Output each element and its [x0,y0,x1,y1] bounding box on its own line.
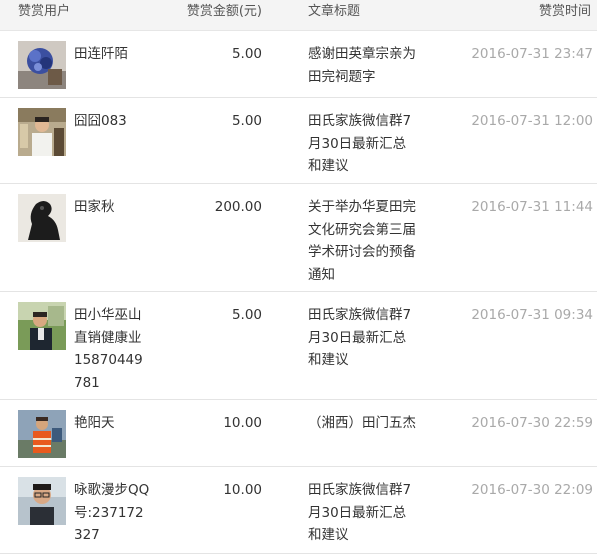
reward-amount: 10.00 [223,482,262,498]
user-name[interactable]: 田连阡陌 [74,43,150,66]
table-row: 艳阳天 10.00 （湘西）田门五杰 2016-07-30 22:59 [0,400,597,467]
table-row: 田小华巫山直销健康业15870449781 5.00 田氏家族微信群7月30日最… [0,292,597,400]
reward-time: 2016-07-30 22:59 [471,415,593,431]
user-name[interactable]: 咏歌漫步QQ号:237172327 [74,479,150,547]
reward-time: 2016-07-30 22:09 [471,482,593,498]
reward-time: 2016-07-31 12:00 [471,113,593,129]
header-title: 文章标题 [308,4,361,19]
article-title[interactable]: 田氏家族微信群7月30日最新汇总和建议 [308,304,416,372]
user-avatar[interactable] [18,410,66,458]
reward-amount: 10.00 [223,415,262,431]
article-title[interactable]: 田氏家族微信群7月30日最新汇总和建议 [308,110,416,178]
header-time: 赞赏时间 [538,4,591,19]
article-title[interactable]: 感谢田英章宗亲为田完祠题字 [308,43,416,88]
reward-amount: 5.00 [231,113,262,129]
article-title[interactable]: （湘西）田门五杰 [308,412,416,435]
user-name[interactable]: 田家秋 [74,196,150,219]
user-name[interactable]: 艳阳天 [74,412,150,435]
user-avatar[interactable] [18,194,66,242]
table-row: 田连阡陌 5.00 感谢田英章宗亲为田完祠题字 2016-07-31 23:47 [0,31,597,98]
user-avatar[interactable] [18,108,66,156]
table-row: 囧囧083 5.00 田氏家族微信群7月30日最新汇总和建议 2016-07-3… [0,98,597,184]
reward-amount: 5.00 [231,307,262,323]
user-avatar[interactable] [18,477,66,525]
reward-amount: 5.00 [231,46,262,62]
user-avatar[interactable] [18,41,66,89]
user-avatar[interactable] [18,302,66,350]
reward-time: 2016-07-31 23:47 [471,46,593,62]
user-name[interactable]: 囧囧083 [74,110,150,133]
header-amount: 赞赏金额(元) [186,4,262,19]
table-header: 赞赏用户 赞赏金额(元) 文章标题 赞赏时间 [0,0,597,31]
table-row: 田家秋 200.00 关于举办华夏田完文化研究会第三届学术研讨会的预备通知 20… [0,184,597,292]
reward-table: 赞赏用户 赞赏金额(元) 文章标题 赞赏时间 田连阡陌 5.00 感谢田英章宗亲… [0,0,597,554]
table-row: 咏歌漫步QQ号:237172327 10.00 田氏家族微信群7月30日最新汇总… [0,467,597,554]
user-name[interactable]: 田小华巫山直销健康业15870449781 [74,304,150,394]
reward-amount: 200.00 [214,199,262,215]
header-user: 赞赏用户 [18,4,71,19]
article-title[interactable]: 田氏家族微信群7月30日最新汇总和建议 [308,479,416,547]
article-title[interactable]: 关于举办华夏田完文化研究会第三届学术研讨会的预备通知 [308,196,416,286]
reward-time: 2016-07-31 11:44 [471,199,593,215]
reward-time: 2016-07-31 09:34 [471,307,593,323]
